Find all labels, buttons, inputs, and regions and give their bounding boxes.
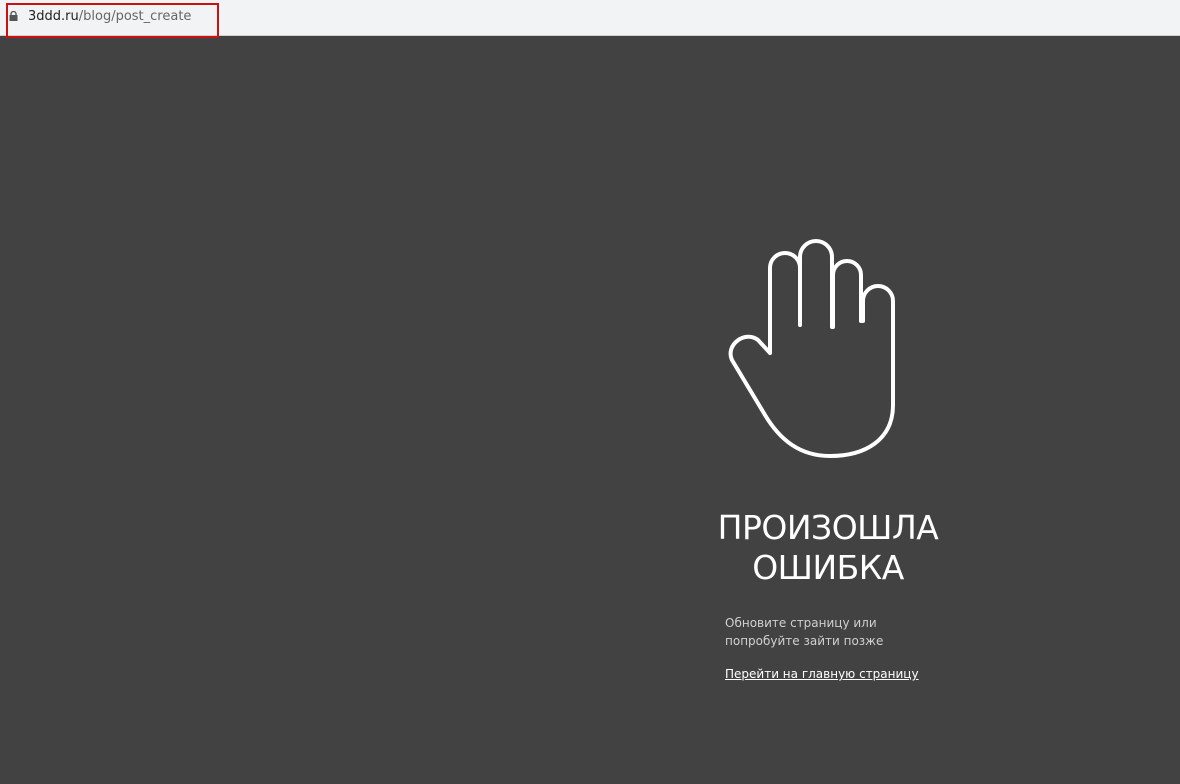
home-page-link[interactable]: Перейти на главную страницу — [725, 667, 919, 681]
error-title: ПРОИЗОШЛА ОШИБКА — [717, 508, 939, 587]
url-highlight-box — [6, 3, 219, 38]
hand-stop-icon — [728, 239, 895, 458]
error-message: Обновите страницу или попробуйте зайти п… — [725, 616, 884, 648]
